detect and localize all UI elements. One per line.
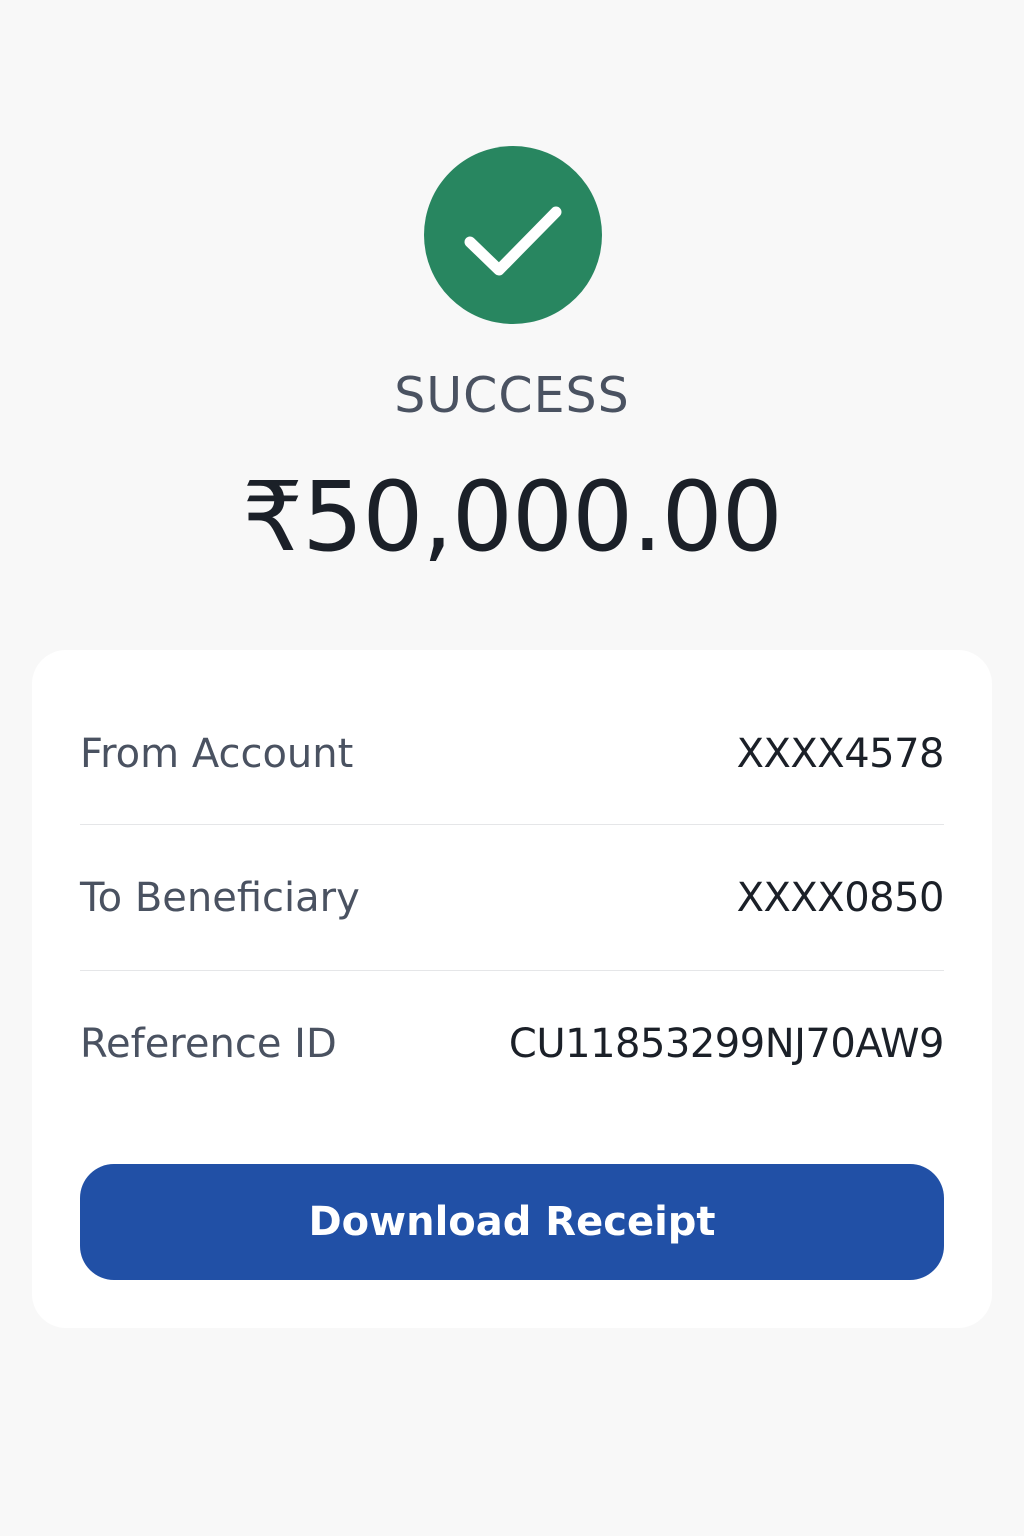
transfer-amount: ₹50,000.00 [242, 461, 783, 573]
to-beneficiary-row: To Beneficiary XXXX0850 [80, 825, 945, 971]
reference-id-value: CU11853299NJ70AW9 [508, 1021, 945, 1067]
from-account-value: XXXX4578 [736, 730, 945, 777]
to-beneficiary-value: XXXX0850 [736, 874, 945, 921]
reference-id-row: Reference ID CU11853299NJ70AW9 [80, 971, 945, 1117]
from-account-label: From Account [80, 730, 354, 777]
status-title: SUCCESS [394, 367, 630, 424]
download-receipt-button[interactable]: Download Receipt [80, 1164, 944, 1280]
to-beneficiary-label: To Beneficiary [80, 874, 360, 921]
reference-id-label: Reference ID [80, 1021, 337, 1067]
success-badge [424, 146, 602, 324]
checkmark-icon [464, 206, 562, 276]
from-account-row: From Account XXXX4578 [80, 683, 945, 825]
transaction-details-card: From Account XXXX4578 To Beneficiary XXX… [32, 650, 992, 1328]
